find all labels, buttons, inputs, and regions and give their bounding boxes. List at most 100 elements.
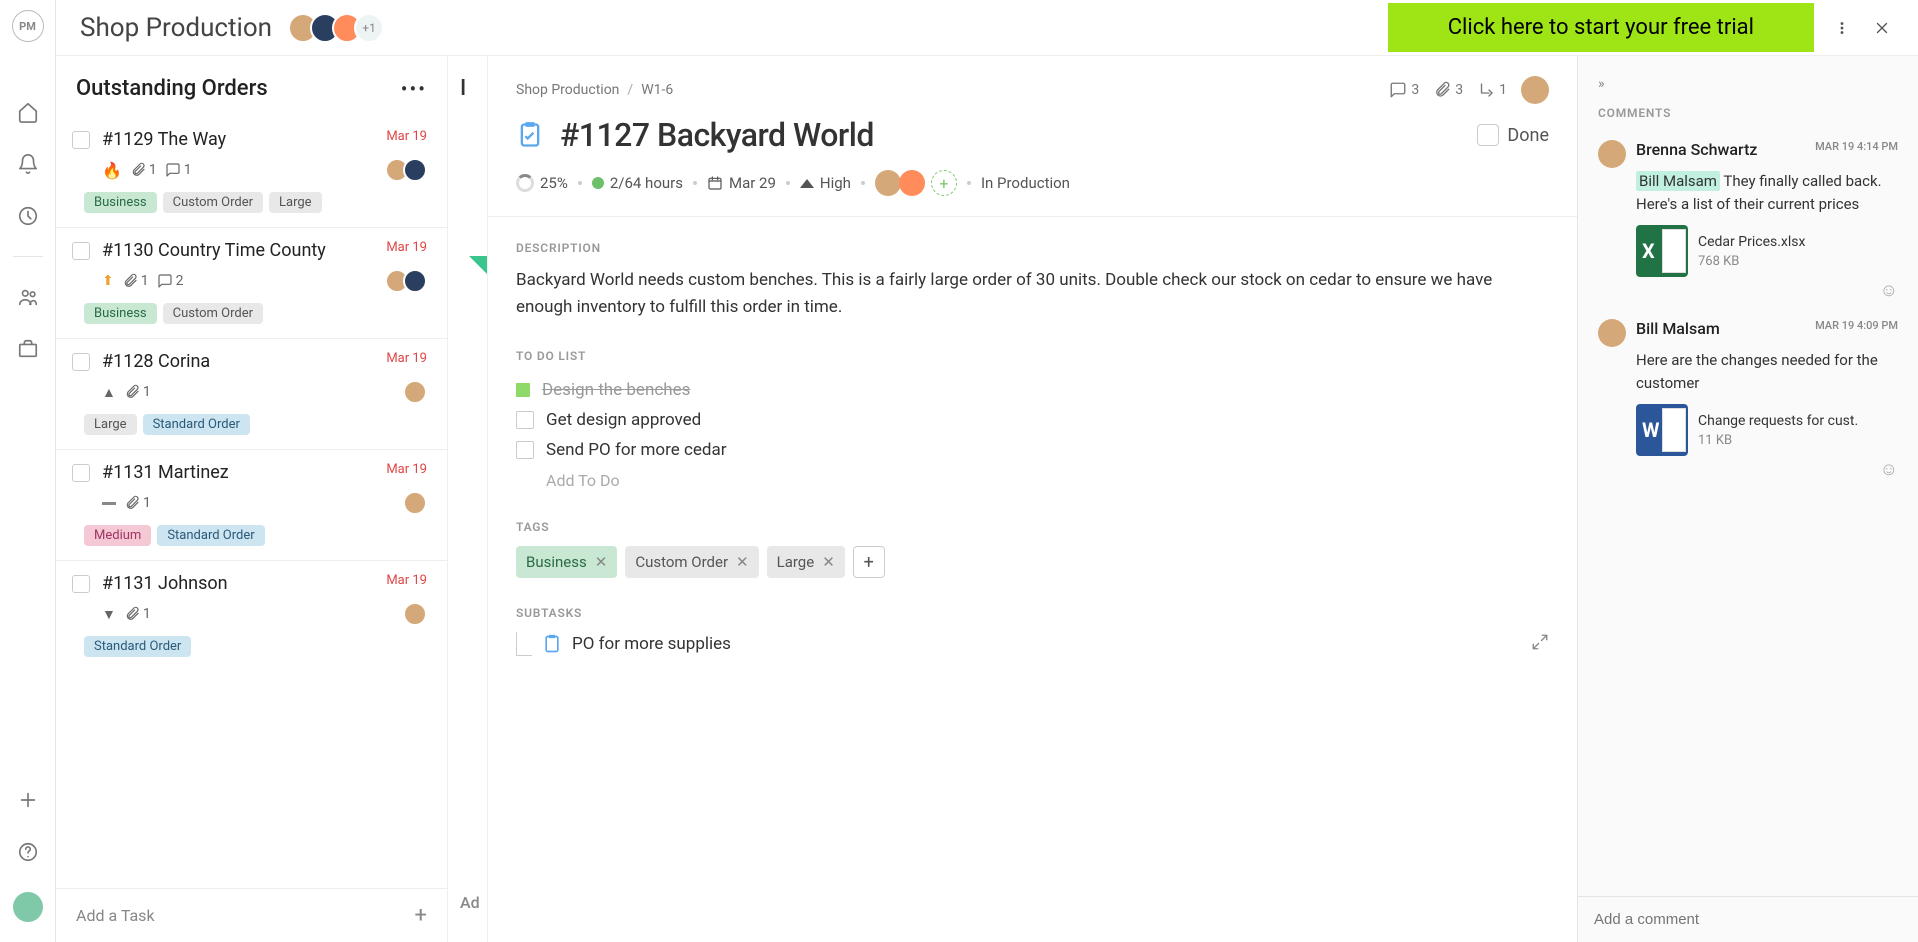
attachment-count: 1 bbox=[124, 495, 151, 511]
task-card[interactable]: #1130 Country Time CountyMar 19⬆12Busine… bbox=[56, 227, 447, 338]
remove-tag-icon[interactable]: ✕ bbox=[595, 553, 608, 571]
left-nav-rail: PM bbox=[0, 0, 56, 942]
todo-checkbox[interactable] bbox=[516, 411, 534, 429]
add-todo-input[interactable]: Add To Do bbox=[546, 465, 1549, 496]
expand-subtask-icon[interactable] bbox=[1531, 633, 1549, 656]
todo-text: Get design approved bbox=[546, 410, 701, 430]
task-tag: Standard Order bbox=[157, 525, 264, 546]
add-task-label: Add a Task bbox=[76, 906, 155, 925]
description-label: DESCRIPTION bbox=[488, 233, 1577, 267]
remove-tag-icon[interactable]: ✕ bbox=[736, 553, 749, 571]
task-owner-avatar[interactable] bbox=[1521, 76, 1549, 104]
attachment-count: 1 bbox=[124, 384, 151, 400]
comment-input[interactable] bbox=[1594, 911, 1902, 928]
team-icon[interactable] bbox=[16, 285, 40, 309]
detail-tag: Business✕ bbox=[516, 546, 617, 578]
tags-label: TAGS bbox=[488, 512, 1577, 546]
comment-attachment[interactable]: WChange requests for cust.11 KB bbox=[1636, 404, 1898, 456]
react-emoji-icon[interactable]: ☺ bbox=[1880, 459, 1898, 480]
task-tag: Business bbox=[84, 303, 157, 324]
collapse-comments-icon[interactable]: » bbox=[1598, 76, 1605, 92]
subtasks-count[interactable]: 1 bbox=[1477, 81, 1507, 99]
task-checkbox[interactable] bbox=[72, 131, 90, 149]
task-checkbox[interactable] bbox=[72, 353, 90, 371]
card-assignees bbox=[409, 491, 427, 515]
task-type-icon bbox=[516, 121, 544, 149]
file-size: 11 KB bbox=[1698, 433, 1858, 448]
comment-avatar[interactable] bbox=[1598, 319, 1626, 347]
add-task-row[interactable]: Add a Task + bbox=[56, 888, 447, 942]
user-avatar[interactable] bbox=[13, 892, 43, 922]
task-card[interactable]: #1128 CorinaMar 19▲1LargeStandard Order bbox=[56, 338, 447, 449]
done-toggle[interactable]: Done bbox=[1477, 124, 1549, 146]
comment-input-row bbox=[1578, 896, 1918, 942]
more-menu-icon[interactable] bbox=[1830, 16, 1854, 40]
mention[interactable]: Bill Malsam bbox=[1636, 171, 1720, 191]
comment-attachment[interactable]: XCedar Prices.xlsx768 KB bbox=[1636, 225, 1898, 277]
task-card[interactable]: #1129 The WayMar 19🔥11BusinessCustom Ord… bbox=[56, 117, 447, 227]
add-task-plus-icon[interactable]: + bbox=[415, 903, 427, 928]
task-tag: Large bbox=[269, 192, 322, 213]
column-menu-icon[interactable]: ••• bbox=[401, 77, 427, 101]
todo-text: Send PO for more cedar bbox=[546, 440, 726, 460]
task-description[interactable]: Backyard World needs custom benches. Thi… bbox=[488, 267, 1577, 341]
task-card[interactable]: #1131 MartinezMar 191MediumStandard Orde… bbox=[56, 449, 447, 560]
priority-indicator[interactable]: High bbox=[800, 174, 851, 192]
home-icon[interactable] bbox=[16, 100, 40, 124]
member-avatars[interactable]: +1 bbox=[296, 13, 384, 43]
task-status[interactable]: In Production bbox=[981, 174, 1070, 192]
comment-count: 1 bbox=[165, 162, 192, 178]
comment-author: Bill Malsam bbox=[1636, 319, 1720, 338]
todo-item[interactable]: Send PO for more cedar bbox=[516, 435, 1549, 465]
task-checkbox[interactable] bbox=[72, 464, 90, 482]
todo-checkbox-checked[interactable] bbox=[516, 383, 530, 397]
detail-tag: Custom Order✕ bbox=[625, 546, 758, 578]
close-icon[interactable] bbox=[1870, 16, 1894, 40]
hours-logged[interactable]: 2/64 hours bbox=[592, 174, 683, 192]
todo-item[interactable]: Design the benches bbox=[516, 375, 1549, 405]
file-name: Change requests for cust. bbox=[1698, 413, 1858, 429]
task-card-date: Mar 19 bbox=[386, 351, 427, 366]
task-checkbox[interactable] bbox=[72, 242, 90, 260]
add-icon[interactable] bbox=[16, 788, 40, 812]
due-date[interactable]: Mar 29 bbox=[707, 174, 776, 192]
add-assignee-icon[interactable]: + bbox=[931, 170, 957, 196]
task-tag: Medium bbox=[84, 525, 151, 546]
trial-banner[interactable]: Click here to start your free trial bbox=[1388, 3, 1814, 52]
attachment-count: 1 bbox=[124, 606, 151, 622]
comment-avatar[interactable] bbox=[1598, 140, 1626, 168]
recent-icon[interactable] bbox=[16, 204, 40, 228]
more-members[interactable]: +1 bbox=[354, 13, 384, 43]
task-checkbox[interactable] bbox=[72, 575, 90, 593]
notifications-icon[interactable] bbox=[16, 152, 40, 176]
help-icon[interactable] bbox=[16, 840, 40, 864]
app-logo[interactable]: PM bbox=[12, 10, 44, 42]
progress-indicator[interactable]: 25% bbox=[516, 174, 568, 192]
task-card[interactable]: #1131 JohnsonMar 19▼1Standard Order bbox=[56, 560, 447, 671]
add-tag-button[interactable]: + bbox=[853, 546, 885, 578]
comment-body: Here are the changes needed for the cust… bbox=[1636, 349, 1898, 394]
subtasks-label: SUBTASKS bbox=[488, 598, 1577, 632]
attachment-count: 1 bbox=[130, 162, 157, 178]
task-title[interactable]: #1127 Backyard World bbox=[560, 116, 1461, 154]
react-emoji-icon[interactable]: ☺ bbox=[1880, 280, 1898, 301]
comment-timestamp: MAR 19 4:14 PM bbox=[1815, 140, 1898, 153]
todo-checkbox[interactable] bbox=[516, 441, 534, 459]
comment-item: Bill MalsamMAR 19 4:09 PMHere are the ch… bbox=[1598, 307, 1898, 486]
attachments-count[interactable]: 3 bbox=[1433, 81, 1463, 99]
task-card-title: #1128 Corina bbox=[102, 351, 378, 372]
assignees[interactable]: + bbox=[875, 170, 957, 196]
portfolio-icon[interactable] bbox=[16, 337, 40, 361]
comments-count[interactable]: 3 bbox=[1389, 81, 1419, 99]
task-tag: Standard Order bbox=[143, 414, 250, 435]
todo-item[interactable]: Get design approved bbox=[516, 405, 1549, 435]
priority-none-icon bbox=[102, 502, 116, 505]
task-tag: Standard Order bbox=[84, 636, 191, 657]
board-column-peek: I Ad bbox=[448, 56, 488, 942]
todo-text: Design the benches bbox=[542, 380, 690, 400]
remove-tag-icon[interactable]: ✕ bbox=[822, 553, 835, 571]
breadcrumb-sprint[interactable]: W1-6 bbox=[641, 82, 673, 98]
subtask-title[interactable]: PO for more supplies bbox=[572, 634, 731, 654]
breadcrumb-project[interactable]: Shop Production bbox=[516, 82, 619, 98]
priority-low-icon: ▼ bbox=[102, 606, 116, 623]
